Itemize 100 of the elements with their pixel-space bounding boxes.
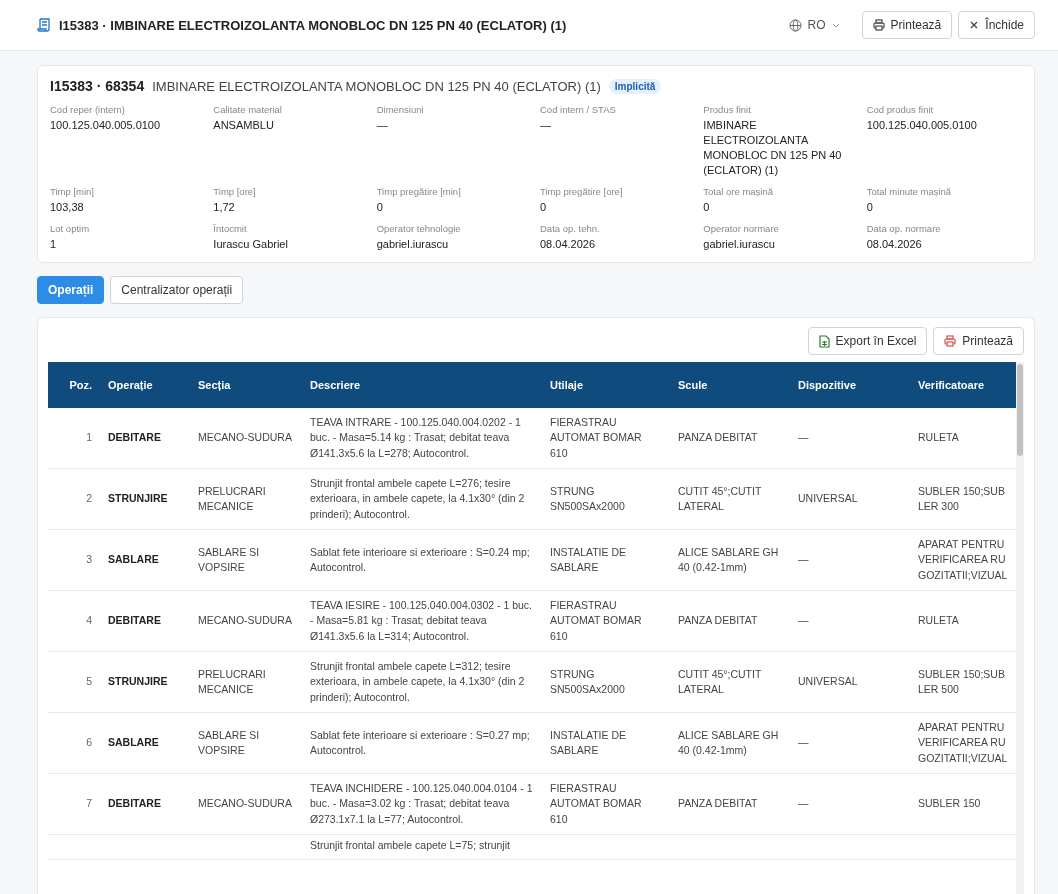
table-cell: FIERASTRAU AUTOMAT BOMAR 610 — [542, 408, 670, 469]
table-cell: FIERASTRAU AUTOMAT BOMAR 610 — [542, 590, 670, 652]
window-title: I15383 · IMBINARE ELECTROIZOLANTA MONOBLOC DN 125 PN 40 (ECLATOR) (1) — [59, 17, 568, 33]
field-label: Cod reper (intern) — [50, 104, 126, 115]
print-button[interactable]: Printează — [861, 11, 953, 39]
table-cell: PANZA DEBITAT — [670, 590, 790, 652]
export-excel-button[interactable]: Export în Excel — [807, 327, 928, 355]
table-cell: DEBITARE — [100, 773, 190, 835]
field-label: Operator normare — [703, 223, 780, 234]
field-value: 0 — [866, 200, 874, 215]
field-value: 1,72 — [213, 200, 236, 215]
table-cell: CUTIT 45°;CUTIT LATERAL — [670, 468, 790, 530]
field-value: 0 — [540, 200, 548, 215]
table-cell: PRELUCRARI MECANICE — [190, 651, 302, 713]
table-cell: FIERASTRAU AUTOMAT BOMAR 610 — [542, 773, 670, 835]
field-label: Timp [min] — [50, 186, 95, 197]
table-cell: STRUNG SN500SAx2000 — [542, 651, 670, 713]
table-cell: TEAVA INTRARE - 100.125.040.004.0202 - 1 buc. - Masa=5.14 kg : Trasat; debitat teava Ø141.3x5.6 la L=278; Autocontrol. — [302, 408, 542, 469]
scrollbar[interactable] — [1016, 362, 1024, 894]
tab[interactable]: Operații — [37, 276, 105, 304]
table-cell: 7 — [48, 773, 100, 835]
field-label: Data op. tehn. — [540, 223, 601, 234]
field-label: Timp [ore] — [213, 186, 257, 197]
globe-icon — [788, 18, 802, 32]
table-cell: — — [790, 529, 910, 591]
column-header: Secția — [190, 362, 302, 408]
close-button[interactable]: Închide — [958, 11, 1035, 39]
table-cell: ALICE SABLARE GH 40 (0.42-1mm) — [670, 712, 790, 774]
field-label: Calitate material — [213, 104, 283, 115]
column-header: Utilaje — [542, 362, 670, 408]
table-cell: STRUNJIRE — [100, 651, 190, 713]
table-cell: MECANO-SUDURA — [190, 590, 302, 652]
field-value: — — [540, 118, 552, 133]
chevron-down-icon — [831, 22, 840, 28]
field-value: IMBINARE ELECTROIZOLANTA MONOBLOC DN 125 PN 40 (ECLATOR) (1) — [703, 118, 843, 178]
printer-icon — [872, 19, 885, 31]
table-cell: Strunjit frontal ambele capete L=312; tesire exterioara, in ambele capete, la 4.1x30° (din 2 prinderi); Autocontrol. — [302, 651, 542, 713]
field-value: gabriel.iurascu — [376, 237, 450, 252]
field-label: Întocmit — [213, 223, 248, 234]
field-value: 08.04.2026 — [866, 237, 923, 252]
field-label: Data op. normare — [866, 223, 942, 234]
field-label: Timp pregătire [ore] — [540, 186, 624, 197]
field-label: Total minute mașină — [866, 186, 953, 197]
table-cell: 3 — [48, 529, 100, 591]
field-value: 0 — [703, 200, 711, 215]
table-cell: — — [790, 408, 910, 469]
field-label: Produs finit — [703, 104, 752, 115]
column-header: Verificatoare — [910, 362, 1016, 408]
field-value: 08.04.2026 — [540, 237, 597, 252]
column-header: Descriere — [302, 362, 542, 408]
record-code: I15383 · 68354 — [50, 78, 145, 94]
spreadsheet-icon — [818, 334, 830, 348]
field-label: Cod intern / STAS — [540, 104, 617, 115]
table-cell: ALICE SABLARE GH 40 (0.42-1mm) — [670, 529, 790, 591]
table-cell: 6 — [48, 712, 100, 774]
table-cell: 5 — [48, 651, 100, 713]
default-badge: Implicită — [608, 78, 662, 94]
field-label: Cod produs finit — [866, 104, 935, 115]
record-name: IMBINARE ELECTROIZOLANTA MONOBLOC DN 125 PN 40 (ECLATOR) (1) — [152, 78, 601, 94]
column-header: Dispozitive — [790, 362, 910, 408]
tab[interactable]: Centralizator operații — [110, 276, 244, 304]
table-cell: DEBITARE — [100, 408, 190, 469]
field-label: Operator tehnologie — [376, 223, 462, 234]
table-cell: SABLARE SI VOPSIRE — [190, 712, 302, 774]
table-cell: PANZA DEBITAT — [670, 408, 790, 469]
column-header: Operație — [100, 362, 190, 408]
table-cell: UNIVERSAL — [790, 651, 910, 713]
field-value: Iurascu Gabriel — [213, 237, 289, 252]
table-cell: — — [790, 773, 910, 835]
table-cell: Sablat fete interioare si exterioare : S=0.24 mp; Autocontrol. — [302, 529, 542, 591]
table-cell: STRUNJIRE — [100, 468, 190, 530]
table-cell: 1 — [48, 408, 100, 469]
field-value: 100.125.040.005.0100 — [50, 118, 162, 133]
field-value: 100.125.040.005.0100 — [866, 118, 978, 133]
table-cell: SABLARE SI VOPSIRE — [190, 529, 302, 591]
field-label: Lot optim — [50, 223, 91, 234]
column-header: Poz. — [48, 362, 100, 408]
field-value: 1 — [50, 237, 58, 252]
table-cell: 2 — [48, 468, 100, 530]
table-cell: STRUNG SN500SAx2000 — [542, 468, 670, 530]
table-cell: PRELUCRARI MECANICE — [190, 468, 302, 530]
table-cell: SABLARE — [100, 529, 190, 591]
scroll-icon — [37, 18, 51, 32]
language-selector[interactable]: RO — [788, 18, 840, 32]
table-cell: Sablat fete interioare si exterioare : S=0.27 mp; Autocontrol. — [302, 712, 542, 774]
field-value: gabriel.iurascu — [703, 237, 776, 252]
table-cell: Strunjit frontal ambele capete L=75; strunjit — [302, 834, 542, 859]
field-value: — — [376, 118, 389, 133]
table-cell: Strunjit frontal ambele capete L=276; tesire exterioara, in ambele capete, la 4.1x30° (din 2 prinderi); Autocontrol. — [302, 468, 542, 530]
table-cell: INSTALATIE DE SABLARE — [542, 712, 670, 774]
table-cell: 4 — [48, 590, 100, 652]
print-button[interactable]: Printează — [933, 327, 1024, 355]
table-cell: TEAVA IESIRE - 100.125.040.004.0302 - 1 buc. - Masa=5.81 kg : Trasat; debitat teava Ø141.3x5.6 la L=314; Autocontrol. — [302, 590, 542, 652]
field-label: Total ore mașină — [703, 186, 775, 197]
printer-icon — [944, 335, 957, 347]
table-cell: — — [790, 712, 910, 774]
close-icon — [969, 20, 980, 30]
table-cell: DEBITARE — [100, 590, 190, 652]
table-cell: UNIVERSAL — [790, 468, 910, 530]
field-value: 103,38 — [50, 200, 85, 215]
